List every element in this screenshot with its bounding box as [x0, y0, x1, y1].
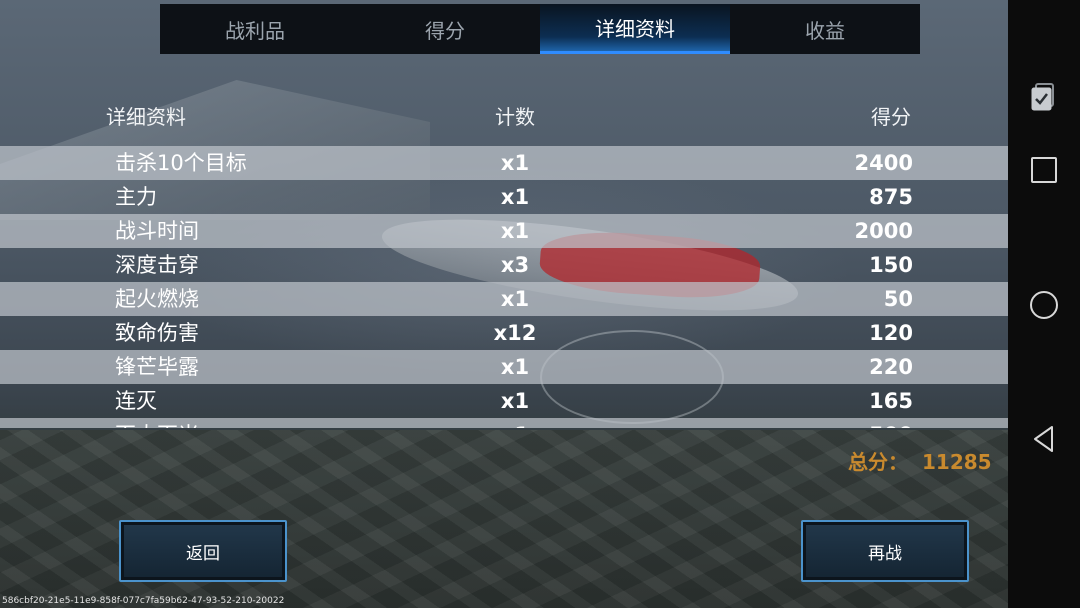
header-count: 计数	[495, 105, 535, 129]
clipboard-check-icon[interactable]	[1031, 82, 1057, 112]
home-icon[interactable]	[1030, 291, 1058, 319]
row-name: 锋芒毕露	[115, 355, 199, 379]
session-id: 586cbf20-21e5-11e9-858f-077c7fa59b62-47-…	[2, 596, 285, 606]
row-count: x1	[500, 355, 530, 379]
row-name: 百太百米	[115, 418, 199, 428]
row-count: x1	[500, 185, 530, 209]
table-row: 连灭 x1 165	[0, 384, 1008, 418]
row-count: x1	[500, 151, 530, 175]
row-count: x1	[500, 389, 530, 413]
row-name: 深度击穿	[115, 253, 199, 277]
tab-earnings[interactable]: 收益	[730, 4, 920, 54]
row-name: 起火燃烧	[115, 287, 199, 311]
table-row: 起火燃烧 x1 50	[0, 282, 1008, 316]
table-row: 百太百米 x1 500	[0, 418, 1008, 428]
recent-apps-icon[interactable]	[1031, 157, 1057, 183]
table-row: 深度击穿 x3 150	[0, 248, 1008, 282]
table-row: 战斗时间 x1 2000	[0, 214, 1008, 248]
back-icon[interactable]	[1032, 424, 1056, 454]
header-detail: 详细资料	[106, 105, 186, 129]
row-name: 连灭	[115, 389, 157, 413]
row-score: 875	[869, 185, 913, 209]
row-score: 2000	[854, 219, 913, 243]
row-count: x1	[500, 219, 530, 243]
table-row: 主力 x1 875	[0, 180, 1008, 214]
back-button-label: 返回	[186, 543, 220, 564]
row-score: 2400	[854, 151, 913, 175]
tab-score[interactable]: 得分	[350, 4, 540, 54]
total-value: 11285	[922, 450, 992, 474]
back-button[interactable]: 返回	[119, 520, 287, 582]
table-row: 致命伤害 x12 120	[0, 316, 1008, 350]
row-name: 击杀10个目标	[115, 151, 247, 175]
row-count: x3	[500, 253, 530, 277]
row-score: 220	[869, 355, 913, 379]
row-count: x1	[500, 287, 530, 311]
row-score: 150	[869, 253, 913, 277]
system-nav-bar	[1008, 0, 1080, 608]
row-name: 战斗时间	[115, 219, 199, 243]
total-label: 总分：	[848, 450, 908, 474]
row-score: 120	[869, 321, 913, 345]
row-score: 500	[869, 418, 913, 428]
details-table[interactable]: 击杀10个目标 x1 2400 主力 x1 875 战斗时间 x1 2000 深…	[0, 146, 1008, 428]
row-score: 165	[869, 389, 913, 413]
row-name: 主力	[115, 185, 157, 209]
row-count: x1	[470, 418, 560, 428]
header-score: 得分	[871, 105, 911, 129]
tab-details[interactable]: 详细资料	[540, 4, 730, 54]
tab-loot[interactable]: 战利品	[160, 4, 350, 54]
battle-again-button[interactable]: 再战	[801, 520, 969, 582]
tab-bar: 战利品 得分 详细资料 收益	[160, 4, 920, 54]
total-score: 总分： 11285	[848, 446, 992, 475]
table-row: 锋芒毕露 x1 220	[0, 350, 1008, 384]
table-row: 击杀10个目标 x1 2400	[0, 146, 1008, 180]
row-count: x12	[493, 321, 537, 345]
row-name: 致命伤害	[115, 321, 199, 345]
row-score: 50	[883, 287, 913, 311]
battle-again-button-label: 再战	[868, 543, 902, 564]
